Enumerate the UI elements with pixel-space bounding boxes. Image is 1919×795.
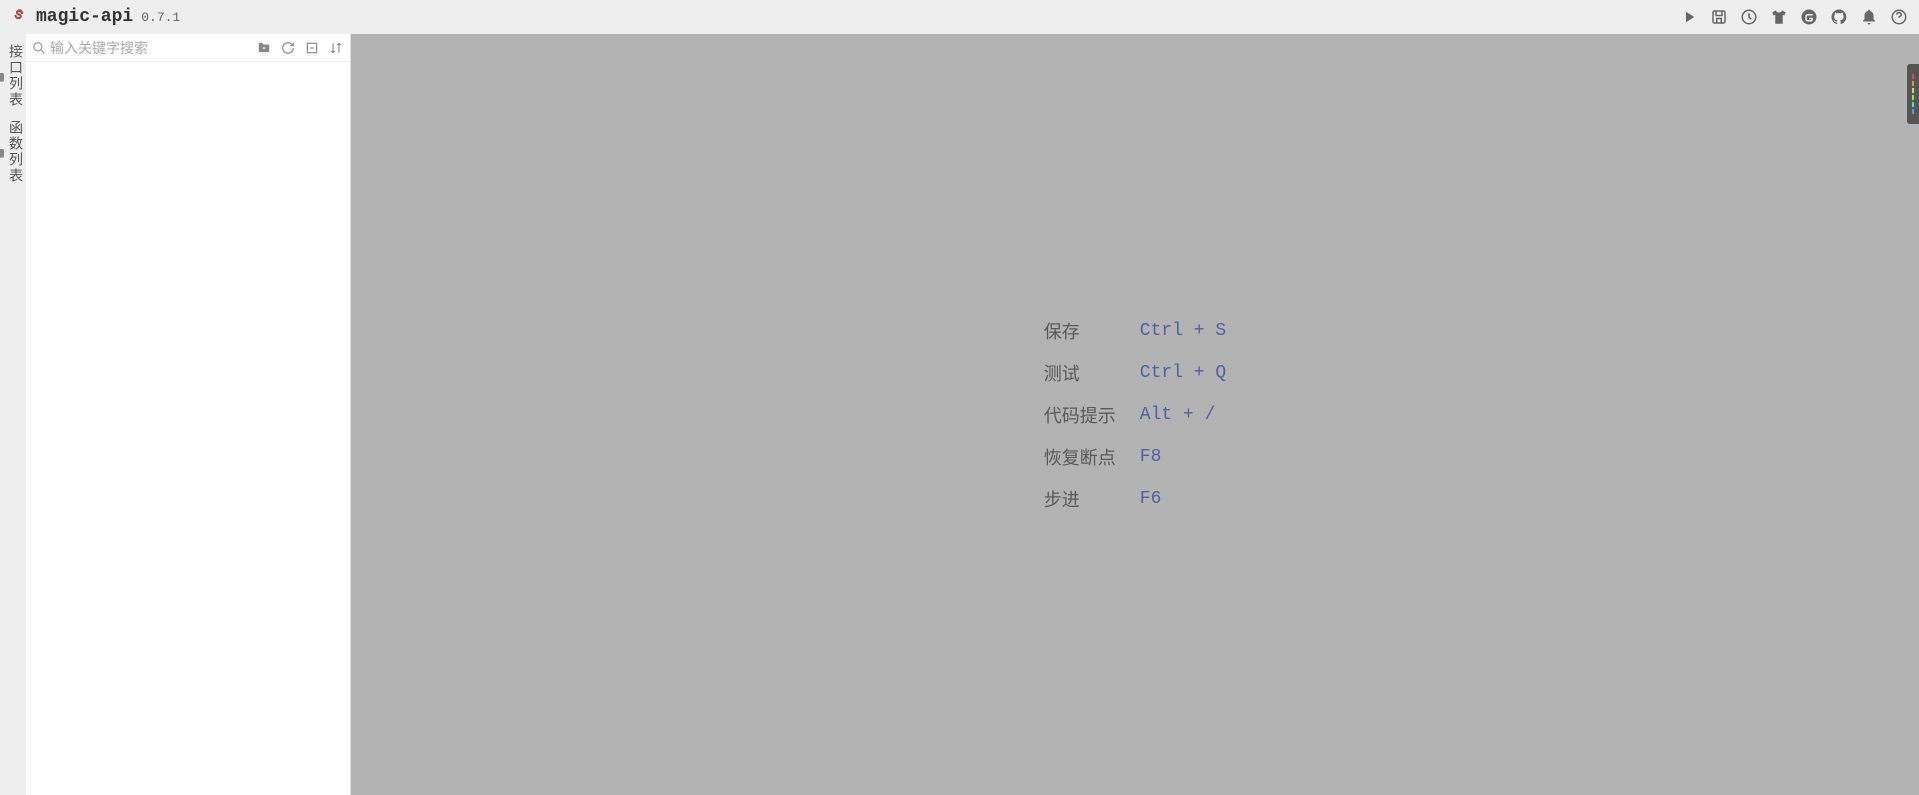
- folder-icon: [0, 69, 6, 88]
- shortcut-key: F6: [1140, 489, 1162, 509]
- tab-api-list[interactable]: 接口列表: [0, 38, 26, 114]
- sort-icon[interactable]: [328, 40, 344, 56]
- shortcut-key: Alt + /: [1140, 405, 1216, 425]
- sidebar: [26, 34, 351, 795]
- search-icon: [32, 41, 46, 55]
- shortcuts-panel: 保存 Ctrl + S 测试 Ctrl + Q 代码提示 Alt + / 恢复断…: [1044, 318, 1226, 512]
- editor-area: 保存 Ctrl + S 测试 Ctrl + Q 代码提示 Alt + / 恢复断…: [351, 34, 1919, 795]
- toolbar-icons: [256, 40, 344, 56]
- vertical-tabs: 接口列表 函数列表: [0, 34, 26, 795]
- gitee-icon[interactable]: [1799, 7, 1819, 27]
- shortcut-label: 测试: [1044, 360, 1124, 386]
- shortcut-resume: 恢复断点 F8: [1044, 444, 1226, 470]
- shortcut-save: 保存 Ctrl + S: [1044, 318, 1226, 344]
- collapse-icon[interactable]: [304, 40, 320, 56]
- app-logo-icon: [10, 7, 30, 27]
- app-title: magic-api: [36, 7, 133, 27]
- shortcut-key: F8: [1140, 447, 1162, 467]
- main-container: 接口列表 函数列表: [0, 34, 1919, 795]
- app-version: 0.7.1: [141, 10, 180, 25]
- sidebar-toolbar: [26, 34, 350, 62]
- shortcut-label: 恢复断点: [1044, 444, 1124, 470]
- tab-api-list-label: 接口列表: [6, 44, 26, 108]
- sidebar-content: [26, 62, 350, 795]
- tab-function-list[interactable]: 函数列表: [0, 114, 26, 190]
- header-left: magic-api 0.7.1: [10, 7, 180, 27]
- notification-icon[interactable]: [1859, 7, 1879, 27]
- search-wrapper: [32, 40, 252, 56]
- history-icon[interactable]: [1739, 7, 1759, 27]
- folder-icon: [0, 145, 6, 164]
- shortcut-label: 步进: [1044, 486, 1124, 512]
- tab-function-list-label: 函数列表: [6, 120, 26, 184]
- github-icon[interactable]: [1829, 7, 1849, 27]
- header: magic-api 0.7.1: [0, 0, 1919, 34]
- shortcut-step: 步进 F6: [1044, 486, 1226, 512]
- new-folder-icon[interactable]: [256, 40, 272, 56]
- shortcut-test: 测试 Ctrl + Q: [1044, 360, 1226, 386]
- shortcut-key: Ctrl + Q: [1140, 363, 1226, 383]
- search-input[interactable]: [50, 40, 252, 56]
- shortcut-label: 代码提示: [1044, 402, 1124, 428]
- header-toolbar: [1679, 7, 1909, 27]
- shortcut-label: 保存: [1044, 318, 1124, 344]
- save-icon[interactable]: [1709, 7, 1729, 27]
- tshirt-icon[interactable]: [1769, 7, 1789, 27]
- refresh-icon[interactable]: [280, 40, 296, 56]
- minimap-indicator[interactable]: [1907, 64, 1919, 124]
- help-icon[interactable]: [1889, 7, 1909, 27]
- shortcut-hint: 代码提示 Alt + /: [1044, 402, 1226, 428]
- run-icon[interactable]: [1679, 7, 1699, 27]
- shortcut-key: Ctrl + S: [1140, 321, 1226, 341]
